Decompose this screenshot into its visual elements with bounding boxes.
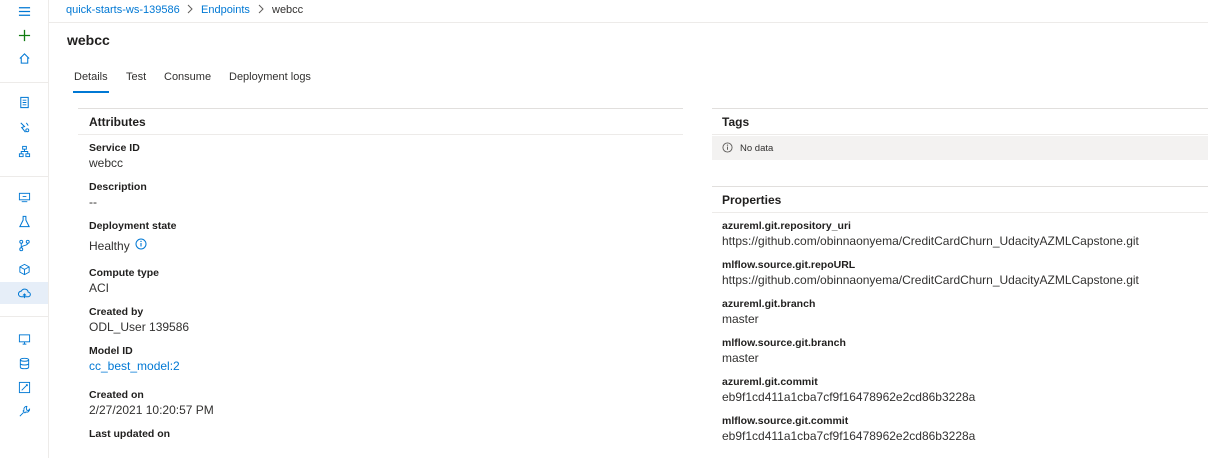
hamburger-icon[interactable] (0, 0, 48, 22)
description-value: -- (89, 195, 97, 209)
datasets-icon[interactable] (0, 186, 48, 208)
compute-type-label: Compute type (89, 267, 160, 279)
nav-divider (0, 316, 48, 317)
compute-icon[interactable] (0, 328, 48, 350)
last-updated-label: Last updated on (89, 428, 171, 440)
home-icon[interactable] (0, 47, 48, 69)
tags-divider (712, 134, 1208, 135)
notebook-icon[interactable] (0, 91, 48, 113)
page-title: webcc (67, 32, 110, 48)
service-id-label: Service ID (89, 142, 140, 154)
tab-deployment-logs[interactable]: Deployment logs (229, 71, 311, 83)
automl-icon[interactable] (0, 116, 48, 138)
property-key: mlflow.source.git.branch (722, 337, 846, 349)
property-key: mlflow.source.git.repoURL (722, 259, 856, 271)
chevron-right-icon (187, 4, 193, 14)
created-by-value: ODL_User 139586 (89, 320, 190, 334)
tags-no-data-text: No data (740, 143, 774, 154)
models-icon[interactable] (0, 258, 48, 280)
deployment-state-label: Deployment state (89, 220, 177, 232)
property-key: azureml.git.repository_uri (722, 220, 851, 232)
property-value: master (722, 351, 759, 365)
property-value: https://github.com/obinnaonyema/CreditCa… (722, 273, 1139, 287)
info-icon (722, 142, 733, 153)
info-icon[interactable] (135, 238, 147, 250)
breadcrumb-endpoints[interactable]: Endpoints (201, 4, 250, 16)
linked-services-icon[interactable] (0, 400, 48, 422)
tags-heading: Tags (722, 115, 750, 129)
datastores-icon[interactable] (0, 352, 48, 374)
model-id-label: Model ID (89, 345, 133, 357)
tab-consume[interactable]: Consume (164, 71, 211, 83)
attributes-heading: Attributes (89, 115, 146, 129)
properties-heading: Properties (722, 193, 782, 207)
left-nav-rail (0, 0, 49, 458)
properties-divider (712, 212, 1208, 213)
property-key: azureml.git.commit (722, 376, 818, 388)
property-key: mlflow.source.git.commit (722, 415, 849, 427)
property-value: eb9f1cd411a1cba7cf9f16478962e2cd86b3228a (722, 390, 976, 404)
plus-icon[interactable] (0, 24, 48, 46)
breadcrumb-current: webcc (272, 4, 304, 16)
created-on-value: 2/27/2021 10:20:57 PM (89, 403, 214, 417)
description-label: Description (89, 181, 147, 193)
tags-panel-top (712, 108, 1208, 109)
property-value: https://github.com/obinnaonyema/CreditCa… (722, 234, 1139, 248)
compute-type-value: ACI (89, 281, 110, 295)
deployment-state-value: Healthy (89, 239, 130, 253)
labeling-icon[interactable] (0, 376, 48, 398)
experiments-icon[interactable] (0, 210, 48, 232)
property-value: eb9f1cd411a1cba7cf9f16478962e2cd86b3228a (722, 429, 976, 443)
attributes-panel (78, 108, 683, 444)
properties-panel-top (712, 186, 1208, 187)
created-by-label: Created by (89, 306, 144, 318)
tags-empty-state (712, 136, 1208, 160)
nav-divider (0, 82, 48, 83)
breadcrumb-workspace[interactable]: quick-starts-ws-139586 (66, 4, 180, 16)
nav-divider (0, 176, 48, 177)
pipelines-icon[interactable] (0, 234, 48, 256)
endpoints-icon[interactable] (0, 282, 48, 304)
service-id-value: webcc (89, 156, 124, 170)
tab-test[interactable]: Test (126, 71, 146, 83)
created-on-label: Created on (89, 389, 144, 401)
model-id-link[interactable]: cc_best_model:2 (89, 359, 180, 373)
designer-icon[interactable] (0, 140, 48, 162)
tab-details[interactable]: Details (74, 71, 108, 83)
property-value: master (722, 312, 759, 326)
active-tab-indicator (73, 91, 109, 93)
attributes-divider (78, 134, 683, 135)
chevron-right-icon (258, 4, 264, 14)
property-key: azureml.git.branch (722, 298, 816, 310)
